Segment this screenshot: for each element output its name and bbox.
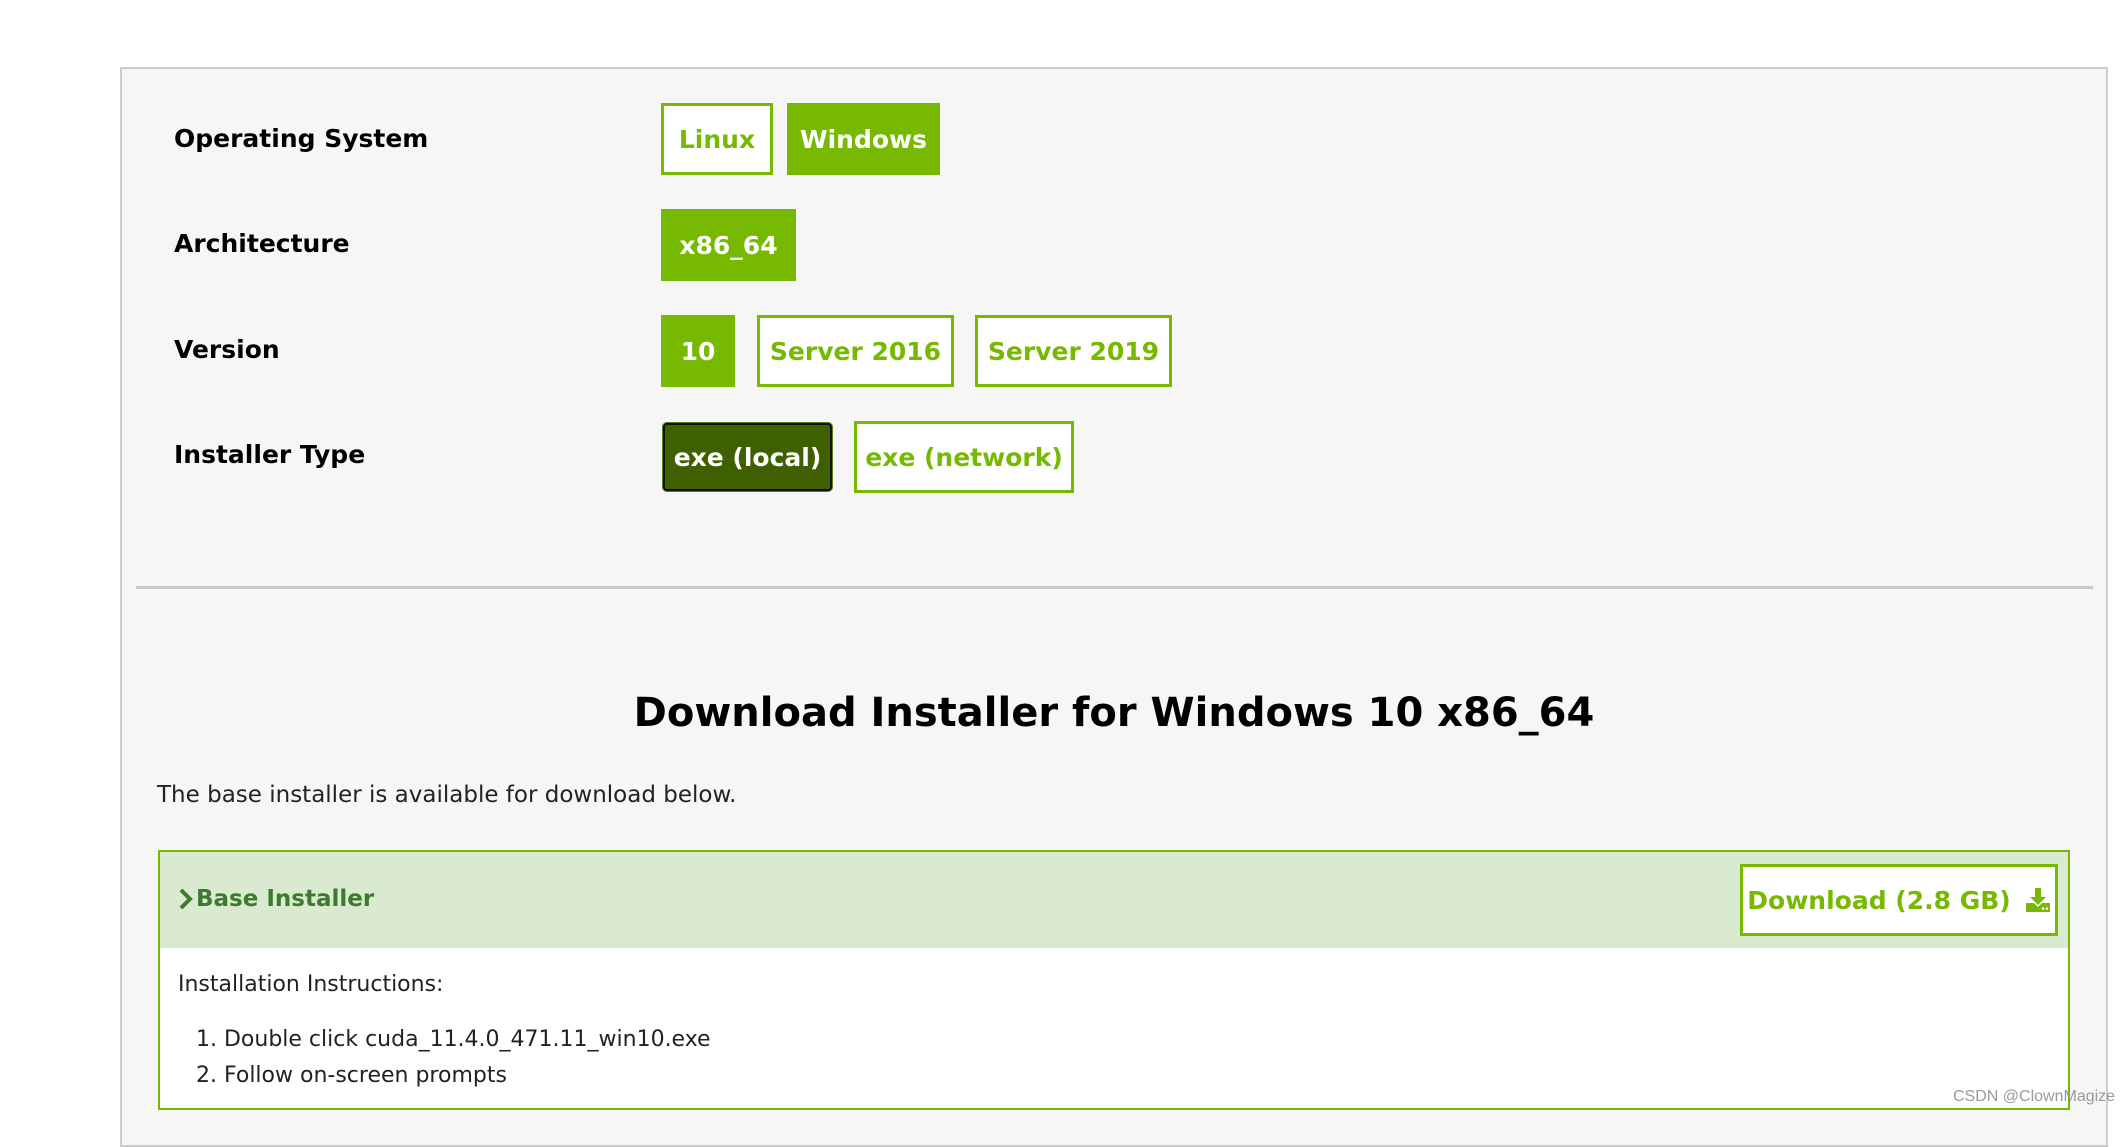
version-option-server-2016[interactable]: Server 2016 — [757, 315, 954, 387]
installer-type-option-exe-network-label: exe (network) — [865, 442, 1063, 472]
os-option-linux-label: Linux — [678, 124, 756, 154]
installation-steps: 1. Double click cuda_11.4.0_471.11_win10… — [196, 1022, 711, 1094]
version-option-10-label: 10 — [680, 336, 716, 366]
architecture-option-x86-64[interactable]: x86_64 — [661, 209, 796, 281]
base-installer-header[interactable]: Base Installer Download (2.8 GB) — [160, 852, 2068, 948]
watermark: CSDN @ClownMagize — [1953, 1088, 2116, 1105]
installer-type-option-exe-local[interactable]: exe (local) — [663, 423, 832, 491]
installer-type-option-exe-network[interactable]: exe (network) — [854, 421, 1074, 493]
os-option-windows[interactable]: Windows — [787, 103, 940, 175]
installation-step: 2. Follow on-screen prompts — [196, 1063, 507, 1088]
version-label: Version — [174, 335, 280, 364]
download-button[interactable]: Download (2.8 GB) — [1740, 864, 2058, 936]
installation-instructions-heading: Installation Instructions: — [178, 972, 444, 997]
version-option-server-2016-label: Server 2016 — [769, 336, 942, 366]
os-label: Operating System — [174, 124, 429, 153]
base-installer-box: Base Installer Download (2.8 GB) Install… — [158, 850, 2070, 1110]
download-title: Download Installer for Windows 10 x86_64 — [633, 690, 1595, 736]
base-installer-label: Base Installer — [196, 886, 375, 912]
download-icon — [2025, 888, 2050, 912]
os-option-windows-label: Windows — [800, 124, 927, 154]
installer-type-option-exe-local-label: exe (local) — [673, 442, 822, 472]
version-option-10[interactable]: 10 — [661, 315, 735, 387]
base-installer-toggle[interactable]: Base Installer — [178, 882, 374, 916]
section-divider — [136, 586, 2093, 589]
os-option-linux[interactable]: Linux — [661, 103, 773, 175]
version-option-server-2019-label: Server 2019 — [987, 336, 1160, 366]
installation-step: 1. Double click cuda_11.4.0_471.11_win10… — [196, 1027, 711, 1052]
installer-type-label: Installer Type — [174, 440, 366, 469]
version-option-server-2019[interactable]: Server 2019 — [975, 315, 1172, 387]
chevron-right-icon — [179, 888, 193, 910]
architecture-option-x86-64-label: x86_64 — [679, 230, 778, 260]
download-button-label: Download (2.8 GB) — [1747, 885, 2011, 915]
architecture-label: Architecture — [174, 229, 350, 258]
download-subtext: The base installer is available for down… — [157, 782, 737, 808]
